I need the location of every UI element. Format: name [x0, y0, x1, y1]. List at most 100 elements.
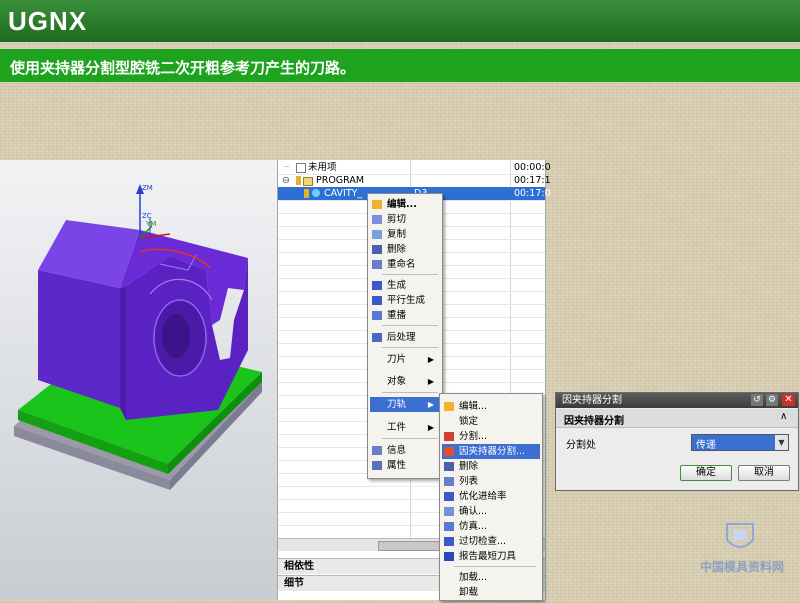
split-at-label: 分割处	[566, 440, 596, 451]
menu-separator	[382, 392, 438, 393]
tree-time: 00:17:0	[514, 188, 551, 199]
pin-icon	[296, 176, 301, 185]
submenu-item-optimize-feed[interactable]: 优化进给率	[442, 489, 540, 504]
part-model	[14, 184, 262, 490]
collapse-icon[interactable]: ⊖	[282, 174, 290, 187]
menu-item-properties[interactable]: 属性	[370, 458, 440, 473]
menu-item-workpiece[interactable]: 工件 ▶	[370, 420, 440, 435]
report-icon	[444, 552, 454, 561]
tree-label: CAVITY_	[324, 188, 363, 199]
toolpath-submenu: 编辑... 锁定 分割... 因夹持器分割... 删除 列表 优化进给率 确认.…	[439, 393, 543, 601]
menu-separator	[382, 438, 438, 439]
verify-icon	[444, 507, 454, 516]
folder-icon	[296, 163, 306, 173]
info-icon	[372, 446, 382, 455]
submenu-item-simulate[interactable]: 仿真...	[442, 519, 540, 534]
dialog-section-header[interactable]: 因夹持器分割 ∧	[556, 409, 798, 428]
collapse-icon[interactable]: ∧	[780, 411, 787, 422]
submenu-arrow-icon: ▶	[427, 377, 434, 386]
menu-item-generate[interactable]: 生成	[370, 278, 440, 293]
submenu-item-verify[interactable]: 确认...	[442, 504, 540, 519]
tree-line-icon: ┈	[284, 162, 290, 173]
menu-item-parallel-generate[interactable]: 平行生成	[370, 293, 440, 308]
menu-item-info[interactable]: 信息	[370, 443, 440, 458]
menu-item-insert[interactable]: 刀片 ▶	[370, 352, 440, 367]
menu-item-delete[interactable]: 删除	[370, 242, 440, 257]
postprocess-icon	[372, 333, 382, 342]
submenu-item-lock[interactable]: 锁定	[442, 414, 540, 429]
split-holder-icon	[444, 447, 454, 456]
submenu-item-split[interactable]: 分割...	[442, 429, 540, 444]
menu-item-postprocess[interactable]: 后处理	[370, 330, 440, 345]
submenu-item-list[interactable]: 列表	[442, 474, 540, 489]
slide-title: UGNX	[8, 6, 88, 36]
edit-icon	[372, 200, 382, 209]
generate-icon	[372, 281, 382, 290]
ym-axis-label: YM	[146, 220, 157, 228]
submenu-item-split-by-holder[interactable]: 因夹持器分割...	[442, 444, 540, 459]
submenu-arrow-icon: ▶	[427, 423, 434, 432]
menu-item-cut[interactable]: 剪切	[370, 212, 440, 227]
tree-label: 未用项	[308, 162, 337, 173]
menu-separator	[382, 325, 438, 326]
zc-axis-label: ZC	[142, 212, 152, 220]
cancel-button[interactable]: 取消	[738, 465, 790, 481]
parallel-generate-icon	[372, 296, 382, 305]
menu-item-replay[interactable]: 重播	[370, 308, 440, 323]
submenu-item-shortest-tool[interactable]: 报告最短刀具	[442, 549, 540, 564]
dialog-title: 因夹持器分割	[562, 395, 622, 406]
split-at-select[interactable]: 传递 ▼	[691, 434, 789, 451]
tree-time: 00:00:0	[514, 162, 551, 173]
menu-item-toolpath[interactable]: 刀轨 ▶	[370, 397, 440, 412]
close-icon[interactable]: ✕	[782, 394, 795, 406]
folder-icon	[303, 177, 313, 186]
graphics-viewport[interactable]: ZM ZC YM	[0, 160, 277, 600]
feedrate-icon	[444, 492, 454, 501]
copy-icon	[372, 230, 382, 239]
gouge-check-icon	[444, 537, 454, 546]
gear-icon[interactable]: ⚙	[766, 394, 778, 406]
ok-button[interactable]: 确定	[680, 465, 732, 481]
context-menu: 编辑... 剪切 复制 删除 重命名 生成 平行生成 重播 后处理 刀片 ▶ 对象…	[367, 193, 443, 479]
menu-item-copy[interactable]: 复制	[370, 227, 440, 242]
section-label: 相依性	[284, 561, 314, 572]
tree-row-unused[interactable]: ┈ 未用项 00:00:0	[278, 161, 551, 174]
chevron-down-icon[interactable]: ▼	[775, 435, 788, 450]
menu-item-edit[interactable]: 编辑...	[370, 197, 440, 212]
submenu-item-edit[interactable]: 编辑...	[442, 399, 540, 414]
pin-icon	[304, 189, 309, 198]
cut-icon	[372, 215, 382, 224]
split-icon	[444, 432, 454, 441]
menu-separator	[382, 347, 438, 348]
list-icon	[444, 477, 454, 486]
simulate-icon	[444, 522, 454, 531]
submenu-arrow-icon: ▶	[427, 400, 434, 409]
menu-separator	[382, 274, 438, 275]
delete-icon	[372, 245, 382, 254]
watermark-text: 中国模具资料网	[700, 560, 785, 574]
submenu-item-unload[interactable]: 卸载	[442, 585, 540, 600]
submenu-item-gouge-check[interactable]: 过切检查...	[442, 534, 540, 549]
tree-time: 00:17:1	[514, 175, 551, 186]
zm-axis-label: ZM	[142, 184, 153, 192]
section-label: 细节	[284, 578, 304, 589]
split-by-holder-dialog: 因夹持器分割 ↺ ⚙ ✕ 因夹持器分割 ∧ 分割处 传递 ▼ 确定 取消	[555, 392, 799, 491]
tree-label: PROGRAM	[316, 175, 365, 186]
tree-row-program[interactable]: ⊖ PROGRAM 00:17:1	[278, 174, 551, 187]
submenu-item-load[interactable]: 加载...	[442, 570, 540, 585]
select-value: 传递	[696, 440, 716, 451]
menu-item-object[interactable]: 对象 ▶	[370, 374, 440, 389]
watermark-logo	[723, 520, 757, 556]
properties-icon	[372, 461, 382, 470]
menu-item-rename[interactable]: 重命名	[370, 257, 440, 272]
submenu-arrow-icon: ▶	[427, 355, 434, 364]
slide-title-bar	[0, 0, 800, 42]
slide-subtitle: 使用夹持器分割型腔铣二次开粗参考刀产生的刀路。	[10, 59, 356, 77]
dialog-titlebar[interactable]: 因夹持器分割 ↺ ⚙ ✕	[556, 393, 798, 408]
scroll-thumb[interactable]	[378, 541, 440, 551]
submenu-item-delete[interactable]: 删除	[442, 459, 540, 474]
reset-icon[interactable]: ↺	[751, 394, 763, 406]
edit-icon	[444, 402, 454, 411]
operation-icon	[312, 189, 320, 197]
menu-separator	[454, 566, 536, 567]
